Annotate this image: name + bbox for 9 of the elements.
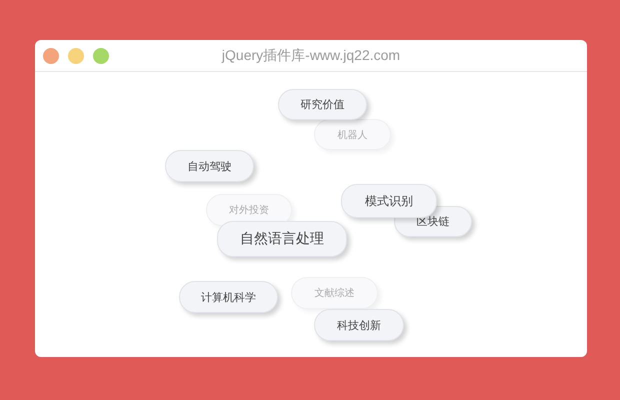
minimize-dot[interactable] [68, 48, 84, 64]
maximize-dot[interactable] [93, 48, 109, 64]
close-dot[interactable] [43, 48, 59, 64]
window-title: jQuery插件库-www.jq22.com [222, 46, 400, 62]
tag[interactable]: 科技创新 [314, 309, 404, 341]
tag[interactable]: 自然语言处理 [217, 221, 347, 257]
tag[interactable]: 研究价值 [278, 89, 367, 120]
tag[interactable]: 计算机科学 [179, 281, 278, 313]
tag[interactable]: 自动驾驶 [165, 150, 254, 182]
